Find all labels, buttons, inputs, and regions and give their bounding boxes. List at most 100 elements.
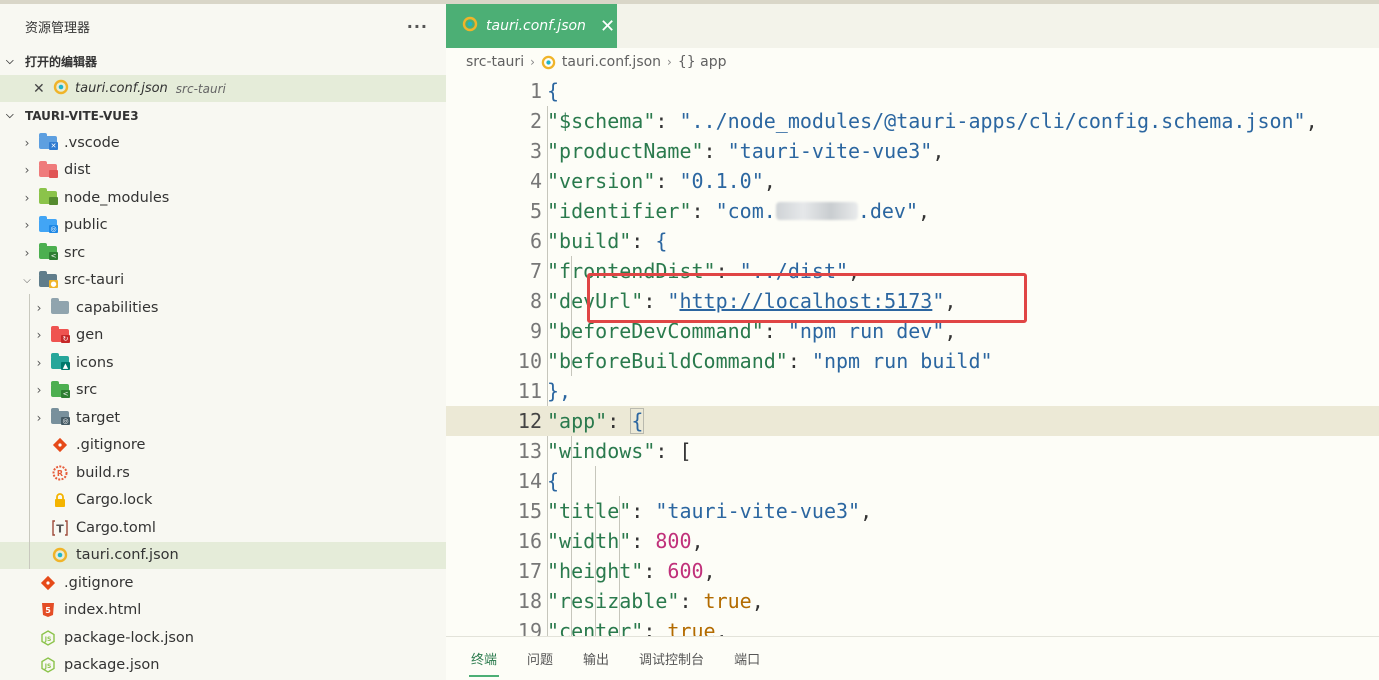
code-line: 2 "$schema": "../node_modules/@tauri-app… bbox=[446, 106, 1379, 136]
tree-item-cargo-lock[interactable]: Cargo.lock bbox=[0, 486, 446, 514]
breadcrumb-item-folder[interactable]: src-tauri bbox=[466, 54, 524, 70]
chevron-right-icon: › bbox=[36, 410, 42, 425]
indent-guide bbox=[29, 321, 30, 349]
json-string-start: "com. bbox=[715, 199, 776, 223]
line-number: 3 bbox=[529, 139, 542, 163]
tree-item-build-rs[interactable]: R build.rs bbox=[0, 459, 446, 487]
tauri-icon bbox=[50, 547, 70, 563]
tree-item-tauri-conf-json[interactable]: tauri.conf.json bbox=[0, 541, 446, 569]
line-number: 13 bbox=[517, 439, 542, 463]
close-editor-icon[interactable]: ✕ bbox=[33, 81, 53, 97]
line-content: "resizable": true, bbox=[547, 589, 764, 613]
tauri-icon bbox=[541, 55, 556, 70]
tree-item-src-tauri[interactable]: ⌵ ● src-tauri bbox=[0, 267, 446, 295]
project-section[interactable]: ⌵ TAURI-VITE-VUE3 bbox=[0, 102, 446, 129]
project-label: TAURI-VITE-VUE3 bbox=[25, 108, 139, 123]
line-number: 8 bbox=[529, 289, 542, 313]
open-editors-section[interactable]: ⌵ 打开的编辑器 bbox=[0, 48, 446, 75]
images-folder-icon: ▲ bbox=[50, 353, 70, 371]
svg-text:JS: JS bbox=[44, 663, 52, 670]
indent-guide bbox=[29, 486, 30, 514]
vscode-folder-icon: ✕ bbox=[38, 133, 58, 151]
line-content: "build": { bbox=[547, 229, 668, 253]
explorer-sidebar: 资源管理器 ··· ⌵ 打开的编辑器 ✕ tauri.conf.json src… bbox=[0, 4, 446, 680]
line-number: 17 bbox=[517, 559, 542, 583]
indent-guide bbox=[29, 349, 30, 377]
more-actions-icon[interactable]: ··· bbox=[407, 17, 428, 36]
tree-item-package-lock-json[interactable]: JS package-lock.json bbox=[0, 624, 446, 652]
tree-item-label: package.json bbox=[64, 657, 160, 674]
code-line: 17 "height": 600, bbox=[446, 556, 1379, 586]
line-content: "app": { bbox=[547, 408, 645, 434]
chevron-right-icon: › bbox=[667, 55, 672, 69]
tab-debug-console[interactable]: 调试控制台 bbox=[639, 637, 704, 680]
tree-item-gitignore[interactable]: .gitignore bbox=[0, 569, 446, 597]
svg-text:JS: JS bbox=[44, 636, 52, 643]
chevron-down-icon: ⌵ bbox=[23, 274, 31, 286]
tauri-icon bbox=[462, 16, 478, 36]
tab-tauri-conf-json[interactable]: tauri.conf.json ✕ bbox=[446, 4, 617, 48]
line-content: "identifier": "com. .dev", bbox=[547, 199, 931, 223]
indent-guide bbox=[571, 466, 572, 496]
bottom-panel-tabs: 终端 问题 输出 调试控制台 端口 bbox=[446, 636, 1379, 680]
chevron-down-icon: ⌵ bbox=[6, 110, 14, 121]
tree-item-src-tauri-src[interactable]: › < src bbox=[0, 376, 446, 404]
code-line-current: 12 "app": { bbox=[446, 406, 1379, 436]
json-boolean: true bbox=[703, 589, 752, 613]
line-number: 16 bbox=[517, 529, 542, 553]
tab-ports[interactable]: 端口 bbox=[734, 637, 760, 680]
tab-output[interactable]: 输出 bbox=[583, 637, 609, 680]
tree-item-gitignore-tauri[interactable]: .gitignore bbox=[0, 431, 446, 459]
tree-item-index-html[interactable]: 5 index.html bbox=[0, 597, 446, 625]
breadcrumb-item-file[interactable]: tauri.conf.json bbox=[562, 54, 661, 70]
indent-guide bbox=[29, 376, 30, 404]
tree-item-package-json[interactable]: JS package.json bbox=[0, 652, 446, 680]
close-tab-icon[interactable]: ✕ bbox=[600, 16, 615, 37]
src-folder-icon: < bbox=[50, 380, 70, 398]
tree-item-label: icons bbox=[76, 354, 114, 371]
indent-guide bbox=[29, 541, 30, 569]
tab-problems[interactable]: 问题 bbox=[527, 637, 553, 680]
tree-item-label: .gitignore bbox=[64, 574, 134, 591]
json-key: "version" bbox=[547, 169, 656, 193]
code-editor[interactable]: 1 { 2 "$schema": "../node_modules/@tauri… bbox=[446, 76, 1379, 636]
open-editor-item[interactable]: ✕ tauri.conf.json src-tauri bbox=[0, 75, 446, 102]
tree-item-target[interactable]: › ◎ target bbox=[0, 404, 446, 432]
tree-item-gen[interactable]: › ↻ gen bbox=[0, 321, 446, 349]
tree-item-cargo-toml[interactable]: T Cargo.toml bbox=[0, 514, 446, 542]
git-icon bbox=[38, 575, 58, 591]
tree-item-label: Cargo.toml bbox=[76, 519, 156, 536]
nodejs-icon: JS bbox=[38, 629, 58, 646]
tree-item-label: node_modules bbox=[64, 189, 170, 206]
lock-icon bbox=[50, 492, 70, 508]
public-folder-icon: ◎ bbox=[38, 215, 58, 233]
json-key: "app" bbox=[547, 409, 608, 433]
indent-guide bbox=[595, 466, 596, 496]
code-token: { bbox=[547, 79, 560, 103]
line-number: 4 bbox=[529, 169, 542, 193]
code-line: 1 { bbox=[446, 76, 1379, 106]
tree-item-dist[interactable]: › dist bbox=[0, 157, 446, 185]
chevron-right-icon: › bbox=[36, 300, 42, 315]
tree-item-label: Cargo.lock bbox=[76, 492, 153, 509]
tree-item-icons[interactable]: › ▲ icons bbox=[0, 349, 446, 377]
code-token: }, bbox=[547, 379, 572, 403]
code-line: 11 }, bbox=[446, 376, 1379, 406]
chevron-right-icon: › bbox=[24, 135, 30, 150]
tree-item-vscode[interactable]: › ✕ .vscode bbox=[0, 129, 446, 157]
explorer-header: 资源管理器 ··· bbox=[0, 4, 446, 48]
tree-item-node-modules[interactable]: › node_modules bbox=[0, 184, 446, 212]
line-content: "productName": "tauri-vite-vue3", bbox=[547, 139, 945, 163]
tab-terminal[interactable]: 终端 bbox=[468, 637, 500, 680]
indent-guide bbox=[29, 294, 30, 322]
tree-item-src[interactable]: › < src bbox=[0, 239, 446, 267]
devurl-highlight-box bbox=[587, 273, 1027, 323]
tree-item-public[interactable]: › ◎ public bbox=[0, 212, 446, 240]
line-content: "beforeBuildCommand": "npm run build" bbox=[547, 349, 993, 373]
tree-item-capabilities[interactable]: › capabilities bbox=[0, 294, 446, 322]
breadcrumb-item-symbol[interactable]: {} app bbox=[678, 54, 727, 70]
json-key: "title" bbox=[547, 499, 632, 523]
code-line: 6 "build": { bbox=[446, 226, 1379, 256]
svg-text:R: R bbox=[57, 469, 63, 478]
node-folder-icon bbox=[38, 188, 58, 206]
